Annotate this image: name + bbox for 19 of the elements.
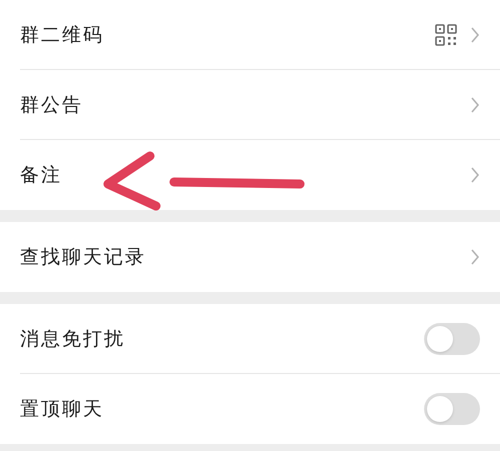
- settings-row[interactable]: 群二维码: [0, 0, 500, 70]
- chevron-icon: [470, 96, 480, 114]
- row-label: 备注: [20, 162, 62, 188]
- row-label: 消息免打扰: [20, 326, 125, 352]
- chevron-icon: [470, 26, 480, 44]
- row-label: 群二维码: [20, 22, 104, 48]
- row-label: 置顶聊天: [20, 396, 104, 422]
- toggle-switch[interactable]: [424, 323, 480, 355]
- qr-code-icon: [434, 23, 458, 47]
- chevron-icon: [470, 166, 480, 184]
- chevron-icon: [470, 248, 480, 266]
- row-label: 查找聊天记录: [20, 244, 146, 270]
- settings-row[interactable]: 置顶聊天: [0, 374, 500, 444]
- settings-row[interactable]: 群公告: [0, 70, 500, 140]
- settings-row[interactable]: 消息免打扰: [0, 304, 500, 374]
- settings-row[interactable]: 备注: [0, 140, 500, 210]
- toggle-switch[interactable]: [424, 393, 480, 425]
- settings-row[interactable]: 查找聊天记录: [0, 222, 500, 292]
- row-label: 群公告: [20, 92, 83, 118]
